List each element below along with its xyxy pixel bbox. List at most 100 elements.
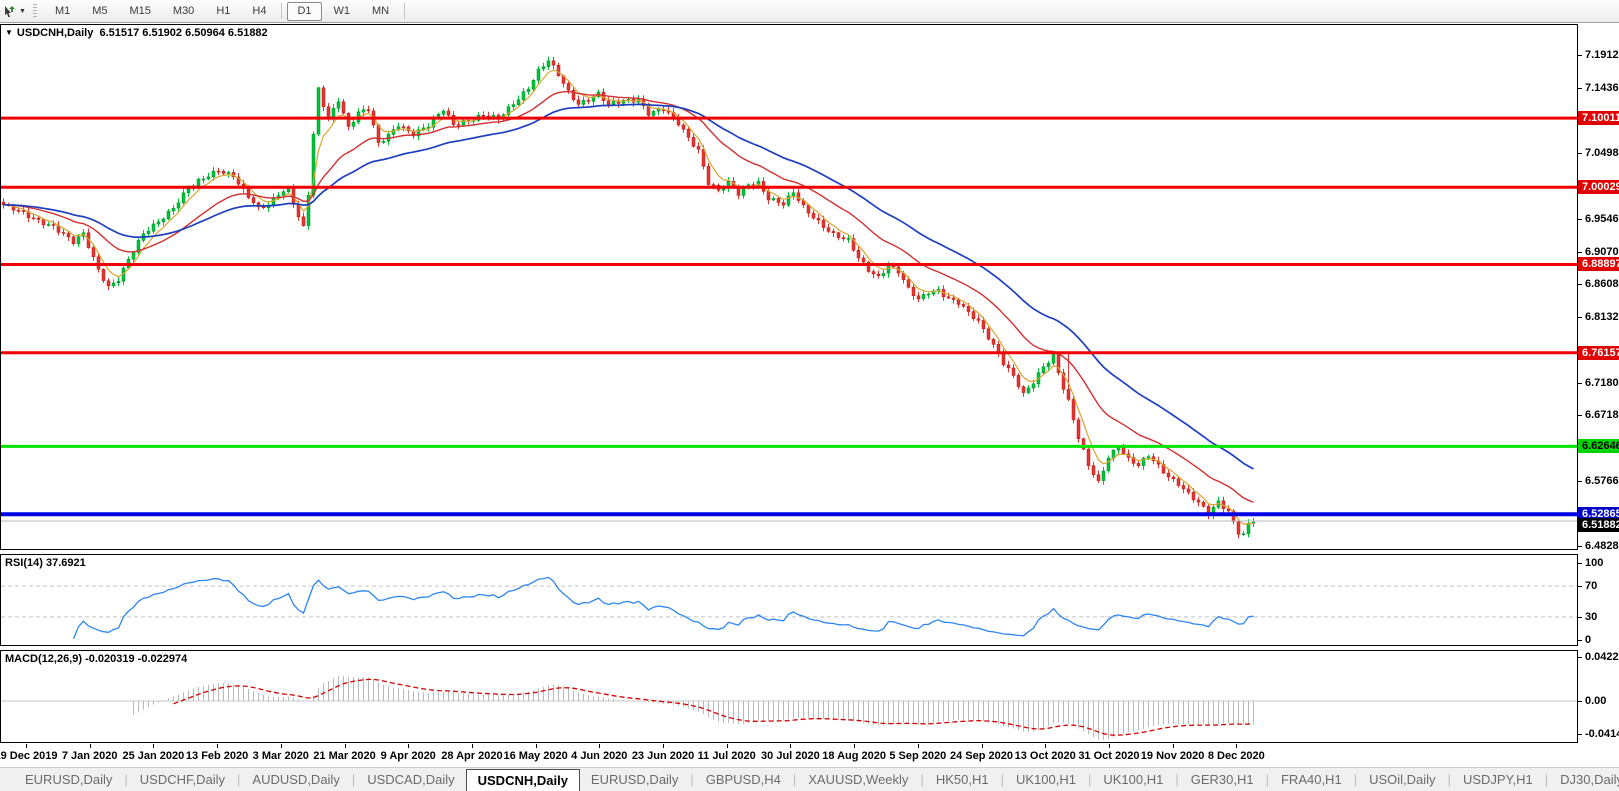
macd-tick-label: -0.04148 [1585, 728, 1619, 740]
level-price-tag: 6.62646 [1578, 439, 1619, 454]
timeframe-button-w1[interactable]: W1 [324, 2, 361, 21]
price-axis[interactable]: 7.19120 7.14360 7.04980 6.95460 6.90700 6.860… [1578, 24, 1619, 552]
rsi-line [72, 576, 1254, 640]
chart-tab-usdcnh-daily[interactable]: USDCNH,Daily [465, 769, 580, 791]
date-tick-label: 23 Jun 2020 [631, 750, 695, 762]
macd-tick-label: 0.042275 [1585, 651, 1619, 663]
macd-label: MACD(12,26,9) -0.020319 -0.022974 [5, 653, 188, 665]
chart-tab-uk100-h1[interactable]: UK100,H1 [1005, 768, 1087, 791]
chart-tab-ger30-h1[interactable]: GER30,H1 [1180, 768, 1265, 791]
timeframe-toolbar: ▼ M1 M5 M15 M30 H1 H4 D1 W1 MN [0, 0, 1619, 23]
rsi-tick-label: 0 [1585, 634, 1592, 646]
timeframe-button-d1[interactable]: D1 [287, 1, 322, 21]
chart-tab-dj30-daily[interactable]: DJ30,Daily [1549, 768, 1619, 791]
date-tick-mark [217, 744, 219, 748]
chart-tab-xauusd-weekly[interactable]: XAUUSD,Weekly [797, 768, 919, 791]
date-tick-label: 13 Feb 2020 [185, 750, 249, 762]
rsi-tick-label: 100 [1585, 557, 1604, 569]
chart-title: ▼ USDCNH,Daily 6.51517 6.51902 6.50964 6.… [5, 27, 268, 39]
chart-title-ohlc: 6.51517 6.51902 6.50964 6.51882 [99, 27, 268, 39]
level-price-tag: 6.76157 [1578, 345, 1619, 360]
rsi-pane[interactable]: RSI(14) 37.6921 [0, 554, 1578, 646]
chart-tab-gbpusd-h4[interactable]: GBPUSD,H4 [695, 768, 792, 791]
ma-mid-line [3, 90, 1254, 504]
date-tick-label: 8 Dec 2020 [1207, 750, 1265, 762]
price-tick-label: 6.95460 [1585, 212, 1619, 225]
timeframe-button-mn[interactable]: MN [362, 2, 399, 21]
date-tick-mark [408, 744, 410, 748]
timeframe-button-m1[interactable]: M1 [45, 2, 80, 21]
date-tick-mark [726, 744, 728, 748]
date-axis[interactable]: 19 Dec 2019 7 Jan 2020 25 Jan 2020 13 Feb 2… [0, 744, 1578, 766]
date-tick-label: 25 Jan 2020 [122, 750, 185, 762]
chart-tab-usdchf-daily[interactable]: USDCHF,Daily [129, 768, 236, 791]
date-tick-mark [535, 744, 537, 748]
price-tick-label: 7.14360 [1585, 81, 1619, 94]
date-tick-label: 19 Nov 2020 [1140, 750, 1205, 762]
price-tick-label: 6.48280 [1585, 539, 1619, 552]
price-tick-label: 6.67180 [1585, 408, 1619, 421]
rsi-tick-label: 30 [1585, 610, 1598, 623]
main-chart-pane[interactable]: ▼ USDCNH,Daily 6.51517 6.51902 6.50964 6.… [0, 24, 1578, 550]
date-tick-mark [1172, 744, 1174, 748]
date-tick-label: 3 Mar 2020 [252, 750, 309, 762]
chart-collapse-icon[interactable]: ▼ [5, 28, 13, 37]
toolbar-grip-handle[interactable] [32, 3, 37, 19]
chart-tab-usdcad-daily[interactable]: USDCAD,Daily [356, 768, 465, 791]
macd-axis[interactable]: 0.042275 0.00 -0.04148 [1578, 650, 1619, 743]
price-tick-mark [1578, 382, 1582, 384]
chart-tab-usdjpy-h1[interactable]: USDJPY,H1 [1452, 768, 1544, 791]
rsi-tick-mark [1578, 586, 1582, 588]
date-tick-label: 11 Jul 2020 [697, 750, 756, 762]
chart-title-symbol: USDCNH,Daily [16, 27, 94, 39]
date-tick-mark [471, 744, 473, 748]
chart-tab-fra40-h1[interactable]: FRA40,H1 [1270, 768, 1353, 791]
date-tick-mark [1108, 744, 1110, 748]
rsi-tick-label: 70 [1585, 580, 1598, 593]
price-tick-mark [1578, 283, 1582, 285]
date-tick-label: 16 May 2020 [503, 750, 568, 762]
timeframe-button-h1[interactable]: H1 [206, 2, 240, 21]
date-tick-label: 5 Sep 2020 [889, 750, 947, 762]
date-tick-mark [663, 744, 664, 748]
date-tick-mark [1236, 744, 1238, 748]
toolbar-dropdown-caret-icon[interactable]: ▼ [19, 8, 26, 15]
chart-tab-bar: EURUSD,Daily | USDCHF,Daily | AUDUSD,Daily | U… [0, 767, 1619, 791]
date-tick-label: 24 Sep 2020 [950, 750, 1013, 762]
chart-tab-audusd-daily[interactable]: AUDUSD,Daily [241, 768, 350, 791]
timeframe-button-m30[interactable]: M30 [163, 2, 204, 21]
date-tick-label: 18 Aug 2020 [822, 750, 886, 762]
chart-tab-eurusd-daily[interactable]: EURUSD,Daily [580, 768, 689, 791]
rsi-axis[interactable]: 100 70 30 0 [1578, 554, 1619, 646]
chart-tab-usoil-daily[interactable]: USOil,Daily [1358, 768, 1446, 791]
charts-toolbar-icon[interactable] [1, 3, 17, 19]
date-tick-label: 4 Jun 2020 [571, 750, 628, 762]
timeframe-button-m5[interactable]: M5 [82, 2, 117, 21]
rsi-plot[interactable] [1, 555, 1577, 645]
price-tick-label: 7.04980 [1585, 147, 1619, 159]
toolbar-separator [281, 3, 283, 19]
date-tick-mark [917, 744, 919, 748]
chart-tab-hk50-h1[interactable]: HK50,H1 [925, 768, 1000, 791]
price-tick-label: 6.90700 [1585, 245, 1619, 258]
date-tick-label: 13 Oct 2020 [1014, 750, 1076, 762]
chart-tab-uk100-h1[interactable]: UK100,H1 [1092, 768, 1174, 791]
macd-tick-mark [1578, 734, 1582, 735]
timeframe-button-h4[interactable]: H4 [242, 2, 276, 21]
price-tick-mark [1578, 218, 1582, 220]
price-tick-mark [1578, 545, 1582, 547]
rsi-tick-mark [1578, 640, 1582, 641]
date-tick-mark [26, 744, 27, 748]
timeframe-button-m15[interactable]: M15 [120, 2, 161, 21]
price-tick-mark [1578, 55, 1582, 56]
macd-plot[interactable] [1, 651, 1577, 742]
macd-pane[interactable]: MACD(12,26,9) -0.020319 -0.022974 [0, 650, 1578, 743]
macd-tick-label: 0.00 [1585, 695, 1607, 707]
date-tick-mark [599, 744, 601, 748]
date-tick-label: 28 Apr 2020 [441, 750, 503, 762]
price-tick-mark [1578, 251, 1582, 253]
chart-tab-eurusd-daily[interactable]: EURUSD,Daily [14, 768, 123, 791]
candlestick-chart[interactable] [1, 25, 1577, 549]
date-tick-mark [153, 744, 155, 748]
date-tick-mark [344, 744, 346, 748]
